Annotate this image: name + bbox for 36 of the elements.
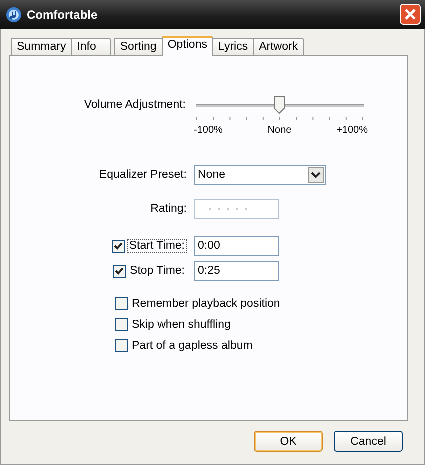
rating-field[interactable]	[194, 199, 279, 219]
tab[interactable]: Lyrics	[212, 38, 254, 55]
preset-dropdown[interactable]: None	[194, 165, 326, 185]
checkbox-label[interactable]: Remember playback position	[132, 298, 280, 310]
app-icon	[6, 6, 22, 22]
checkbox-label[interactable]: Skip when shuffling	[132, 318, 231, 330]
time-field[interactable]: 0:25	[194, 261, 279, 281]
scale-label: -100%	[194, 125, 223, 136]
tab[interactable]: Summary	[11, 38, 72, 55]
checkbox[interactable]	[113, 264, 126, 278]
scale-label: None	[268, 125, 292, 136]
check-icon	[114, 242, 124, 250]
ok-button[interactable]: OK	[254, 431, 323, 452]
slider-thumb[interactable]	[274, 96, 285, 114]
check-icon	[115, 267, 124, 275]
window-title: Comfortable	[27, 8, 99, 22]
volume-slider[interactable]	[196, 96, 364, 114]
checkbox-label[interactable]: Stop Time:	[128, 264, 187, 278]
scale-label: +100%	[336, 125, 368, 136]
field-label: Equalizer Preset:	[98, 169, 188, 181]
tab[interactable]: Options	[162, 36, 214, 56]
checkbox[interactable]	[115, 297, 128, 310]
checkbox-label[interactable]: Start Time:	[127, 239, 187, 253]
tab[interactable]: Sorting	[114, 38, 163, 55]
checkbox[interactable]	[115, 318, 128, 331]
tab[interactable]: Artwork	[253, 38, 304, 55]
checkbox[interactable]	[115, 339, 128, 352]
tab[interactable]: Info	[71, 38, 112, 55]
close-icon[interactable]	[400, 4, 421, 25]
caret-icon[interactable]	[308, 167, 324, 183]
field-label: Volume Adjustment:	[83, 99, 187, 111]
time-field[interactable]: 0:00	[194, 236, 279, 256]
checkbox[interactable]	[112, 240, 126, 252]
field-label: Rating:	[150, 203, 188, 215]
cancel-button[interactable]: Cancel	[334, 431, 403, 452]
checkbox-label[interactable]: Part of a gapless album	[132, 340, 253, 352]
